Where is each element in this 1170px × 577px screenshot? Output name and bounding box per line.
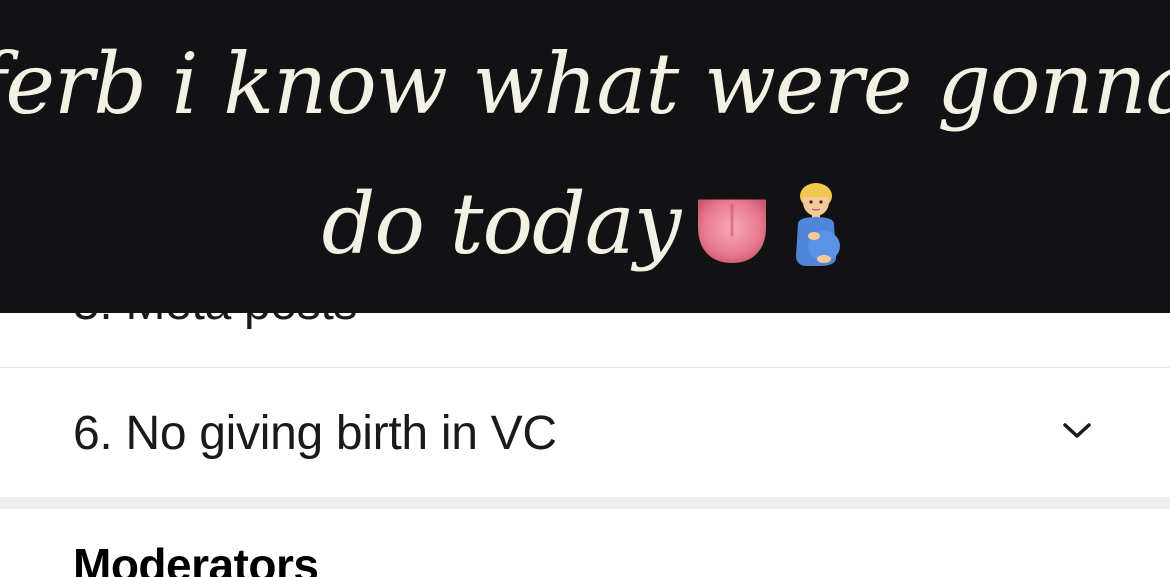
- chevron-down-icon[interactable]: [1062, 418, 1092, 442]
- rule-item-6-label: 6. No giving birth in VC: [73, 407, 557, 460]
- section-divider: [0, 497, 1170, 509]
- caption-line-1-text: ferb i know what were gonna: [0, 34, 1170, 133]
- caption-line-1: ferb i know what were gonna: [0, 14, 1170, 154]
- caption-line-2: do today: [322, 154, 849, 294]
- tongue-emoji: [696, 194, 769, 263]
- caption-line-2-text: do today: [321, 174, 682, 273]
- moderators-heading: Moderators: [73, 539, 319, 577]
- rule-item-6[interactable]: 6. No giving birth in VC: [0, 368, 1170, 497]
- pregnant-man-emoji: [796, 182, 841, 266]
- meme-caption-banner: ferb i know what were gonna do today: [0, 0, 1170, 313]
